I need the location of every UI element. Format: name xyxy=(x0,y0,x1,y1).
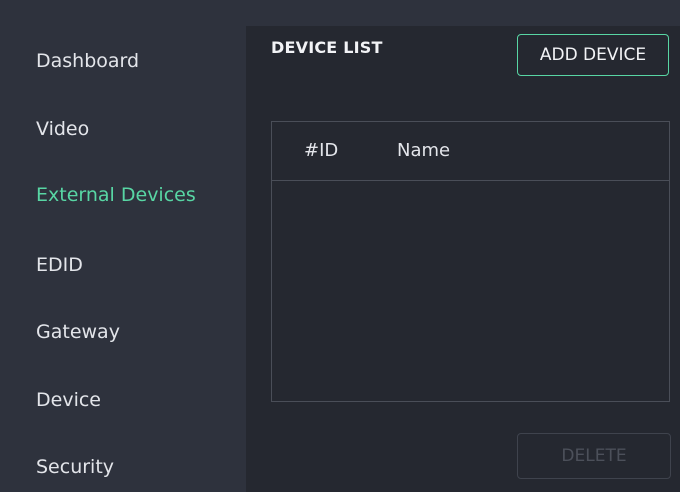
page-title: DEVICE LIST xyxy=(271,38,383,57)
add-device-button[interactable]: ADD DEVICE xyxy=(517,34,669,76)
device-list-panel: DEVICE LIST ADD DEVICE #ID Name DELETE xyxy=(246,26,680,492)
delete-button: DELETE xyxy=(517,433,671,479)
sidebar-item-video[interactable]: Video xyxy=(36,117,89,141)
column-header-name[interactable]: Name xyxy=(397,140,450,162)
device-table: #ID Name xyxy=(271,121,670,402)
sidebar-item-external-devices[interactable]: External Devices xyxy=(36,183,196,207)
sidebar-item-device[interactable]: Device xyxy=(36,388,101,412)
sidebar-item-edid[interactable]: EDID xyxy=(36,253,83,277)
sidebar: Dashboard Video External Devices EDID Ga… xyxy=(0,0,246,492)
sidebar-item-dashboard[interactable]: Dashboard xyxy=(36,49,139,73)
sidebar-item-gateway[interactable]: Gateway xyxy=(36,320,120,344)
sidebar-item-security[interactable]: Security xyxy=(36,455,114,479)
table-body xyxy=(272,181,669,401)
table-header: #ID Name xyxy=(272,122,669,181)
column-header-id[interactable]: #ID xyxy=(304,140,338,162)
